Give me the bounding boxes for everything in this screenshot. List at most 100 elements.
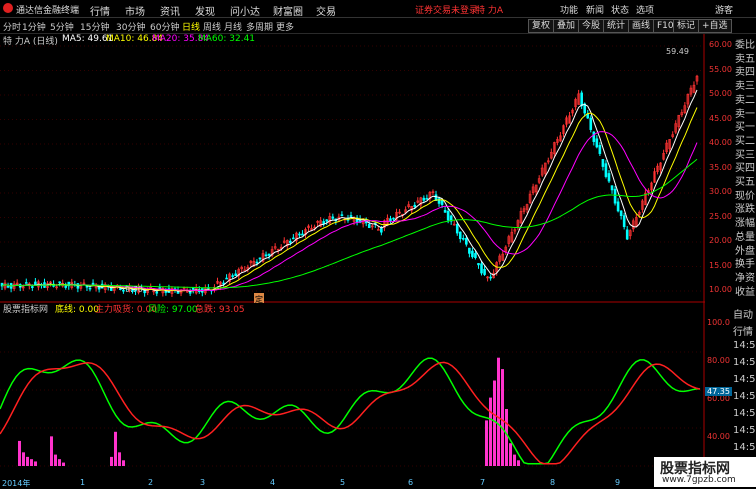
menu-options[interactable]: 选项 xyxy=(636,3,654,16)
period-60min[interactable]: 60分钟 xyxy=(150,20,179,33)
overlay-button[interactable]: 叠加 xyxy=(553,19,580,33)
stock-title: 特 力A xyxy=(476,6,504,16)
quote-side-panel: 60.00 55.00 50.00 45.00 40.00 35.00 30.00 25.00… xyxy=(705,34,756,300)
indicator-bar xyxy=(110,456,113,466)
indicator-bar xyxy=(505,409,508,466)
period-more[interactable]: 更多 xyxy=(276,20,294,33)
price-axis-label: 55.00 xyxy=(709,64,732,74)
candle-body xyxy=(380,228,383,233)
indicator-name: 股票指标网 xyxy=(3,305,49,315)
period-monthly[interactable]: 月线 xyxy=(224,20,242,33)
menu-assistant[interactable]: 问小达 xyxy=(230,3,260,18)
candle-body xyxy=(437,198,441,204)
candle-body xyxy=(222,282,225,285)
menu-quotes[interactable]: 行情 xyxy=(90,3,110,18)
candle-body xyxy=(331,216,335,219)
mark-button[interactable]: 标记 xyxy=(673,19,700,33)
indicator-side-label: 14:5 xyxy=(733,357,756,368)
indicator-bar xyxy=(497,357,500,466)
high-label: 59.49 xyxy=(666,47,689,56)
candle-body xyxy=(474,253,477,258)
side-quote-label: 收益 xyxy=(735,286,755,298)
price-axis-label: 60.00 xyxy=(709,40,732,49)
candle-body xyxy=(258,257,262,260)
candle-body xyxy=(580,92,583,107)
candle-body xyxy=(289,240,292,243)
menu-news[interactable]: 资讯 xyxy=(160,3,180,18)
indicator-bar xyxy=(493,380,496,466)
indicator-bar xyxy=(513,454,516,466)
stats-button[interactable]: 统计 xyxy=(603,19,630,33)
candle-body xyxy=(58,281,61,284)
indicator-bar xyxy=(509,443,512,466)
month-label: 2 xyxy=(148,478,154,487)
indicator-bar xyxy=(54,454,57,466)
watermark-url: www.7gpzb.com xyxy=(662,475,736,485)
menu-status[interactable]: 状态 xyxy=(611,3,629,16)
period-1min[interactable]: 1分钟 xyxy=(22,20,46,33)
indicator-axis-label: 80.00 xyxy=(707,356,730,365)
user-guest[interactable]: 游客 xyxy=(715,3,733,16)
menu-wealth[interactable]: 财富圈 xyxy=(273,3,303,18)
candle-body xyxy=(625,229,629,240)
period-5min[interactable]: 5分钟 xyxy=(50,20,74,33)
period-30min[interactable]: 30分钟 xyxy=(116,20,145,33)
price-axis-label: 40.00 xyxy=(709,138,732,147)
period-15min[interactable]: 15分钟 xyxy=(80,20,109,33)
menu-trade[interactable]: 交易 xyxy=(316,3,336,18)
candle-body xyxy=(613,188,617,204)
candle-body xyxy=(389,218,392,222)
period-weekly[interactable]: 周线 xyxy=(203,20,221,33)
indicator-side-label: 14:5 xyxy=(733,374,756,385)
candle-body xyxy=(413,204,417,208)
indicator-bar xyxy=(114,431,117,466)
candle-body xyxy=(264,254,268,257)
menu-discover[interactable]: 发现 xyxy=(195,3,215,18)
candle-body xyxy=(292,237,295,240)
draw-button[interactable]: 画线 xyxy=(628,19,655,33)
indicator-side-label: 自动 xyxy=(733,310,753,321)
candle-body xyxy=(392,217,395,220)
indicator-side-label: 14:5 xyxy=(733,340,756,351)
candle-body xyxy=(225,277,228,280)
candle-body xyxy=(349,215,353,217)
candle-body xyxy=(598,145,602,154)
candle-body xyxy=(471,250,474,258)
candle-body xyxy=(31,286,34,288)
candle-body xyxy=(440,199,444,205)
price-axis-label: 20.00 xyxy=(709,236,732,245)
price-axis-label: 50.00 xyxy=(709,89,732,98)
price-axis-label: 10.00 xyxy=(709,285,732,294)
candle-body xyxy=(465,238,468,245)
month-label: 9 xyxy=(615,478,621,487)
candle-body xyxy=(6,285,10,288)
period-daily[interactable]: 日线 xyxy=(182,20,200,33)
period-timeshare[interactable]: 分时 xyxy=(3,20,21,33)
login-status[interactable]: 证券交易未登录 xyxy=(415,3,478,16)
indicator-bar xyxy=(485,420,488,466)
indicator-side-label: 14:5 xyxy=(733,391,756,402)
candle-body xyxy=(610,185,614,191)
candle-body xyxy=(422,197,426,201)
price-axis-label: 15.00 xyxy=(709,260,732,270)
indicator-bar xyxy=(122,460,125,466)
candle-body xyxy=(458,231,462,240)
candle-body xyxy=(267,253,271,256)
menu-newsfeed[interactable]: 新闻 xyxy=(586,3,604,16)
menu-functions[interactable]: 功能 xyxy=(560,3,578,16)
add-watchlist-button[interactable]: +自选 xyxy=(698,19,732,33)
time-axis: 2014年 1 2 3 4 5 6 7 8 9 xyxy=(0,478,705,488)
today-button[interactable]: 今股 xyxy=(578,19,605,33)
kline-chart[interactable]: 59.49 9.70 定 xyxy=(0,34,705,478)
price-axis-label: 45.00 xyxy=(709,113,732,123)
ma60-value: MA60: 32.41 xyxy=(198,34,256,44)
menu-market[interactable]: 市场 xyxy=(125,3,145,18)
indicator-side-label: 行情 xyxy=(733,327,753,338)
candle-body xyxy=(443,210,447,213)
candle-body xyxy=(64,285,68,288)
indicator-bar xyxy=(58,459,61,466)
indicator-info-bar: 股票指标网 底线: 0.00 主力吸货: 0.00 风险: 97.00 急跌: … xyxy=(0,302,705,315)
adjust-button[interactable]: 复权 xyxy=(528,19,555,33)
period-multi[interactable]: 多周期 xyxy=(246,20,273,33)
candle-body xyxy=(234,273,237,277)
